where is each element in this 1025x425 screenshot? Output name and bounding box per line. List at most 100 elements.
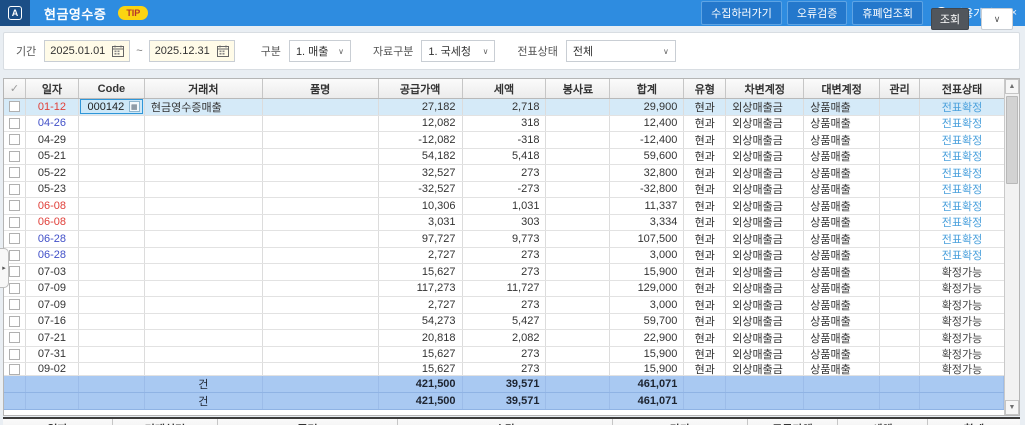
cell-date[interactable]: 04-29 <box>26 132 79 148</box>
cell-supply[interactable]: 54,182 <box>379 149 463 165</box>
cell-code[interactable] <box>79 198 145 214</box>
cell-mgmt[interactable] <box>880 182 920 198</box>
checkbox-icon[interactable] <box>9 134 20 145</box>
cell-date[interactable]: 07-09 <box>26 297 79 313</box>
cell-vendor[interactable] <box>145 363 263 375</box>
cell-supply[interactable]: 3,031 <box>379 215 463 231</box>
cell-date[interactable]: 07-03 <box>26 264 79 280</box>
row-checkbox[interactable] <box>4 231 26 247</box>
cell-status[interactable]: 확정가능 <box>920 363 1004 375</box>
col-header-mgmt[interactable]: 관리 <box>880 79 920 98</box>
cell-total[interactable]: 15,900 <box>610 264 684 280</box>
cell-item[interactable] <box>263 363 379 375</box>
search-options-button[interactable]: ∨ <box>981 8 1013 30</box>
closure-lookup-button[interactable]: 휴폐업조회 <box>852 1 923 25</box>
cell-total[interactable]: 59,700 <box>610 314 684 330</box>
cell-date[interactable]: 06-08 <box>26 198 79 214</box>
cell-service[interactable] <box>546 297 610 313</box>
col-header-service[interactable]: 봉사료 <box>546 79 610 98</box>
cell-credit[interactable]: 상품매출 <box>804 363 880 375</box>
cell-credit[interactable]: 상품매출 <box>804 132 880 148</box>
date-to-input[interactable]: 2025.12.31 <box>149 40 235 62</box>
cell-credit[interactable]: 상품매출 <box>804 149 880 165</box>
cell-total[interactable]: -32,800 <box>610 182 684 198</box>
cell-tax[interactable]: 273 <box>463 264 547 280</box>
cell-item[interactable] <box>263 347 379 363</box>
checkbox-icon[interactable] <box>9 332 20 343</box>
cell-service[interactable] <box>546 215 610 231</box>
cell-service[interactable] <box>546 149 610 165</box>
cell-code[interactable] <box>79 248 145 264</box>
cell-mgmt[interactable] <box>880 165 920 181</box>
table-row[interactable]: 05-22 32,527 273 32,800 현과 외상매출금 상품매출 전표… <box>4 165 1004 182</box>
cell-code[interactable] <box>79 116 145 132</box>
cell-vendor[interactable] <box>145 215 263 231</box>
code-input[interactable]: 000142 ▦ <box>80 99 143 114</box>
cell-total[interactable]: 11,337 <box>610 198 684 214</box>
cell-service[interactable] <box>546 198 610 214</box>
cell-credit[interactable]: 상품매출 <box>804 281 880 297</box>
cell-type[interactable]: 현과 <box>684 231 726 247</box>
table-row[interactable]: 06-08 3,031 303 3,334 현과 외상매출금 상품매출 전표확정 <box>4 215 1004 232</box>
cell-tax[interactable]: 2,082 <box>463 330 547 346</box>
cell-supply[interactable]: 20,818 <box>379 330 463 346</box>
cell-tax[interactable]: 2,718 <box>463 99 547 115</box>
cell-date[interactable]: 05-21 <box>26 149 79 165</box>
col-header-status[interactable]: 전표상태 <box>920 79 1004 98</box>
col-header-vendor[interactable]: 거래처 <box>145 79 263 98</box>
cell-date[interactable]: 04-26 <box>26 116 79 132</box>
cell-date[interactable]: 05-23 <box>26 182 79 198</box>
cell-item[interactable] <box>263 182 379 198</box>
app-logo[interactable]: A <box>0 0 30 26</box>
cell-code[interactable]: 000142 ▦ <box>79 99 145 115</box>
cell-tax[interactable]: 303 <box>463 215 547 231</box>
cell-vendor[interactable] <box>145 347 263 363</box>
cell-debit[interactable]: 외상매출금 <box>726 363 804 375</box>
cell-type[interactable]: 현과 <box>684 149 726 165</box>
table-row[interactable]: 07-03 15,627 273 15,900 현과 외상매출금 상품매출 확정… <box>4 264 1004 281</box>
cell-status[interactable]: 확정가능 <box>920 281 1004 297</box>
cell-supply[interactable]: 15,627 <box>379 264 463 280</box>
cell-code[interactable] <box>79 215 145 231</box>
cell-service[interactable] <box>546 231 610 247</box>
table-row[interactable]: 09-02 15,627 273 15,900 현과 외상매출금 상품매출 확정… <box>4 363 1004 376</box>
cell-code[interactable] <box>79 182 145 198</box>
cell-credit[interactable]: 상품매출 <box>804 330 880 346</box>
collect-button[interactable]: 수집하러가기 <box>701 1 782 25</box>
cell-type[interactable]: 현과 <box>684 165 726 181</box>
cell-supply[interactable]: 2,727 <box>379 297 463 313</box>
cell-date[interactable]: 07-09 <box>26 281 79 297</box>
cell-service[interactable] <box>546 116 610 132</box>
cell-code[interactable] <box>79 330 145 346</box>
cell-debit[interactable]: 외상매출금 <box>726 330 804 346</box>
cell-tax[interactable]: 5,418 <box>463 149 547 165</box>
cell-status[interactable]: 확정가능 <box>920 264 1004 280</box>
cell-service[interactable] <box>546 347 610 363</box>
cell-status[interactable]: 전표확정 <box>920 165 1004 181</box>
cell-credit[interactable]: 상품매출 <box>804 231 880 247</box>
cell-service[interactable] <box>546 248 610 264</box>
vertical-scrollbar[interactable]: ▲ ▼ <box>1004 79 1019 415</box>
table-row[interactable]: 05-21 54,182 5,418 59,600 현과 외상매출금 상품매출 … <box>4 149 1004 166</box>
row-checkbox[interactable] <box>4 198 26 214</box>
cell-type[interactable]: 현과 <box>684 264 726 280</box>
checkbox-icon[interactable] <box>9 200 20 211</box>
table-row[interactable]: 07-21 20,818 2,082 22,900 현과 외상매출금 상품매출 … <box>4 330 1004 347</box>
cell-vendor[interactable] <box>145 132 263 148</box>
row-checkbox[interactable] <box>4 182 26 198</box>
cell-service[interactable] <box>546 132 610 148</box>
cell-debit[interactable]: 외상매출금 <box>726 231 804 247</box>
table-row[interactable]: 01-12 000142 ▦ 현금영수증매출 27,182 2,718 29,9… <box>4 99 1004 116</box>
cell-supply[interactable]: -32,527 <box>379 182 463 198</box>
cell-type[interactable]: 현과 <box>684 198 726 214</box>
cell-mgmt[interactable] <box>880 231 920 247</box>
cell-item[interactable] <box>263 99 379 115</box>
cell-code[interactable] <box>79 165 145 181</box>
tip-badge[interactable]: TIP <box>118 6 148 20</box>
cell-total[interactable]: 32,800 <box>610 165 684 181</box>
table-row[interactable]: 06-28 97,727 9,773 107,500 현과 외상매출금 상품매출… <box>4 231 1004 248</box>
cell-service[interactable] <box>546 264 610 280</box>
cell-credit[interactable]: 상품매출 <box>804 347 880 363</box>
checkbox-icon[interactable] <box>9 233 20 244</box>
cell-tax[interactable]: 5,427 <box>463 314 547 330</box>
